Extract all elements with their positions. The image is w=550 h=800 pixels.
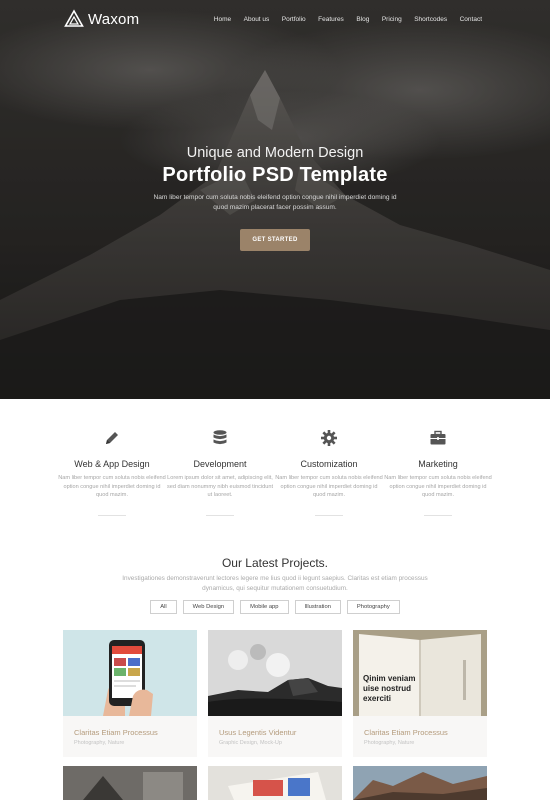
project-card-partial[interactable]: [208, 766, 342, 800]
card-title[interactable]: Usus Legentis Videntur: [219, 728, 296, 737]
project-card-partial[interactable]: [353, 766, 487, 800]
hero-title: Portfolio PSD Template: [162, 164, 388, 186]
feature-title: Marketing: [418, 459, 458, 469]
feature-marketing: Marketing Nam liber tempor cum soluta no…: [384, 429, 492, 516]
feature-text: Nam liber tempor cum soluta nobis eleife…: [384, 475, 492, 498]
card-category: Photography, Nature: [74, 740, 125, 746]
feature-title: Customization: [300, 459, 358, 469]
gear-icon: [321, 430, 337, 446]
nav-item-portfolio[interactable]: Portfolio: [282, 16, 306, 23]
filter-photography-button[interactable]: Photography: [346, 600, 400, 614]
feature-title: Development: [193, 459, 247, 469]
card-category: Photography, Nature: [364, 740, 415, 746]
projects-description: Investigationes demonstraverunt lectores…: [122, 575, 428, 592]
project-thumbnail: [208, 766, 342, 800]
feature-divider: [206, 514, 234, 516]
filter-mobile-app-button[interactable]: Mobile app: [240, 600, 289, 614]
pencil-icon: [106, 432, 118, 444]
card-category: Graphic Design, Mock-Up: [219, 740, 282, 746]
hero-description: Nam liber tempor cum soluta nobis eleife…: [153, 194, 397, 211]
nav-item-contact[interactable]: Contact: [460, 16, 482, 23]
database-icon: [213, 430, 227, 445]
nav-item-about[interactable]: About us: [244, 16, 270, 23]
briefcase-icon: [430, 430, 446, 445]
feature-divider: [315, 514, 343, 516]
project-thumbnail: [353, 766, 487, 800]
project-card[interactable]: Usus Legentis Videntur Graphic Design, M…: [208, 630, 342, 757]
book-text: Qinim veniam uise nostrud exerciti: [363, 674, 416, 703]
projects-title: Our Latest Projects.: [221, 556, 329, 570]
brand-name: Waxom: [88, 10, 140, 28]
filter-web-design-button[interactable]: Web Design: [182, 600, 235, 614]
nav-item-shortcodes[interactable]: Shortcodes: [414, 16, 447, 23]
main-menu: Home About us Portfolio Features Blog Pr…: [201, 16, 482, 23]
nav-item-home[interactable]: Home: [214, 16, 231, 23]
feature-web-app-design: Web & App Design Nam liber tempor cum so…: [58, 429, 166, 516]
feature-text: Lorem ipsum dolor sit amet, adipiscing e…: [166, 475, 274, 498]
card-body: Usus Legentis Videntur Graphic Design, M…: [208, 716, 342, 757]
phone-in-hand-image: [63, 630, 197, 716]
nav-item-pricing[interactable]: Pricing: [382, 16, 402, 23]
features-section: Web & App Design Nam liber tempor cum so…: [0, 399, 550, 534]
card-body: Claritas Etiam Processus Photography, Na…: [353, 716, 487, 757]
filter-all-button[interactable]: All: [150, 600, 177, 614]
project-thumbnail: [63, 766, 197, 800]
project-filters: All Web Design Mobile app Illustration P…: [0, 600, 550, 614]
filter-illustration-button[interactable]: Illustration: [294, 600, 341, 614]
hero-section: Waxom Home About us Portfolio Features B…: [0, 0, 550, 399]
rock-splash-image: [208, 630, 342, 716]
feature-customization: Customization Nam liber tempor cum solut…: [275, 429, 383, 516]
card-body: Claritas Etiam Processus Photography, Na…: [63, 716, 197, 757]
feature-divider: [98, 514, 126, 516]
top-navigation: Waxom Home About us Portfolio Features B…: [0, 0, 550, 40]
project-card[interactable]: Claritas Etiam Processus Photography, Na…: [63, 630, 197, 757]
feature-text: Nam liber tempor cum soluta nobis eleife…: [275, 475, 383, 498]
feature-development: Development Lorem ipsum dolor sit amet, …: [166, 429, 274, 516]
project-card[interactable]: Qinim veniam uise nostrud exerciti Clari…: [353, 630, 487, 757]
feature-divider: [424, 514, 452, 516]
get-started-button[interactable]: GET STARTED: [240, 229, 310, 251]
nav-item-features[interactable]: Features: [318, 16, 344, 23]
hero-subtitle: Unique and Modern Design: [186, 145, 364, 161]
feature-title: Web & App Design: [74, 459, 150, 469]
project-card-partial[interactable]: [63, 766, 197, 800]
brand-logo[interactable]: Waxom: [64, 9, 139, 29]
card-title[interactable]: Claritas Etiam Processus: [364, 728, 448, 737]
card-title[interactable]: Claritas Etiam Processus: [74, 728, 158, 737]
logo-triangle-icon: [64, 9, 84, 27]
nav-item-blog[interactable]: Blog: [356, 16, 369, 23]
open-book-image: Qinim veniam uise nostrud exerciti: [353, 630, 487, 716]
feature-text: Nam liber tempor cum soluta nobis eleife…: [58, 475, 166, 498]
